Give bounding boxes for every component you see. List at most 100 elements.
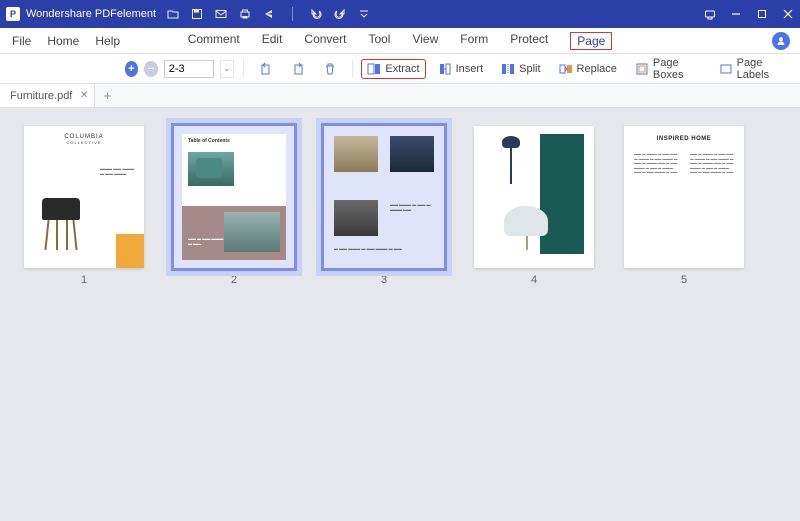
pageboxes-icon bbox=[635, 62, 649, 76]
split-button[interactable]: Split bbox=[495, 59, 546, 79]
split-label: Split bbox=[519, 63, 540, 75]
page-range-input[interactable] bbox=[164, 60, 214, 78]
thumb-accent bbox=[116, 234, 144, 268]
page-thumbnail[interactable] bbox=[474, 126, 594, 268]
share-icon[interactable] bbox=[262, 7, 276, 21]
document-tab-label: Furniture.pdf bbox=[10, 90, 72, 102]
delete-page-button[interactable] bbox=[317, 59, 343, 79]
remove-page-button[interactable]: − bbox=[144, 61, 158, 77]
page-thumbnail[interactable]: COLUMBIACOLLECTIVE ▬▬▬ ▬▬ ▬▬▬ ▬ ▬▬ ▬▬▬ bbox=[24, 126, 144, 268]
user-avatar-icon[interactable] bbox=[772, 32, 790, 50]
dropdown-icon[interactable] bbox=[357, 7, 371, 21]
save-icon[interactable] bbox=[190, 7, 204, 21]
pageboxes-label: Page Boxes bbox=[653, 57, 701, 81]
page-range-dropdown[interactable]: ⌄ bbox=[220, 60, 234, 78]
thumb-text-block: ▬▬ ▬ ▬▬▬ ▬ ▬▬ ▬▬ ▬ ▬▬▬ ▬ ▬▬ ▬▬▬ ▬ ▬▬ ▬ ▬… bbox=[690, 152, 734, 258]
pagelabels-label: Page Labels bbox=[737, 57, 786, 81]
replace-label: Replace bbox=[577, 63, 617, 75]
tab-tool[interactable]: Tool bbox=[368, 32, 390, 50]
thumb-image bbox=[224, 212, 280, 252]
page-number: 4 bbox=[531, 274, 537, 286]
print-icon[interactable] bbox=[238, 7, 252, 21]
page-thumbnail[interactable]: INSPIRED HOME ▬▬ ▬ ▬▬▬ ▬ ▬▬ ▬▬ ▬ ▬▬▬ ▬ ▬… bbox=[624, 126, 744, 268]
pagelabels-button[interactable]: Page Labels bbox=[713, 54, 792, 84]
page-thumb-wrap: COLUMBIACOLLECTIVE ▬▬▬ ▬▬ ▬▬▬ ▬ ▬▬ ▬▬▬ 1 bbox=[24, 126, 144, 286]
tab-convert[interactable]: Convert bbox=[304, 32, 346, 50]
thumb-text-block: ▬ ▬▬ ▬▬▬ ▬ ▬▬ ▬▬▬ ▬ ▬▬ bbox=[334, 246, 434, 260]
close-icon[interactable] bbox=[782, 8, 794, 20]
rotate-right-button[interactable] bbox=[285, 59, 311, 79]
thumb-headline: Table of Contents bbox=[182, 134, 286, 148]
trash-icon bbox=[323, 62, 337, 76]
thumb-text-block: ▬▬▬ ▬▬ ▬▬▬ ▬ ▬▬ ▬▬▬ bbox=[100, 166, 136, 176]
thumb-image bbox=[334, 200, 378, 236]
rotate-right-icon bbox=[291, 62, 305, 76]
tab-edit[interactable]: Edit bbox=[262, 32, 283, 50]
tab-comment[interactable]: Comment bbox=[188, 32, 240, 50]
insert-icon bbox=[438, 62, 452, 76]
close-tab-icon[interactable]: ✕ bbox=[80, 90, 88, 101]
add-page-button[interactable]: + bbox=[125, 61, 139, 77]
separator bbox=[292, 7, 293, 21]
replace-icon bbox=[559, 62, 573, 76]
thumb-image bbox=[196, 158, 222, 178]
replace-button[interactable]: Replace bbox=[553, 59, 623, 79]
thumb-text-block: ▬▬ ▬▬▬ ▬ ▬▬ ▬ ▬▬▬ ▬▬ bbox=[390, 202, 434, 228]
extract-label: Extract bbox=[385, 63, 419, 75]
page-number: 5 bbox=[681, 274, 687, 286]
document-tab[interactable]: Furniture.pdf ✕ bbox=[0, 84, 95, 107]
page-thumb-wrap: ▬▬ ▬▬▬ ▬ ▬▬ ▬ ▬▬▬ ▬▬ ▬ ▬▬ ▬▬▬ ▬ ▬▬ ▬▬▬ ▬… bbox=[324, 126, 444, 286]
menu-bar: File Home Help Comment Edit Convert Tool… bbox=[0, 28, 800, 54]
title-bar: P Wondershare PDFelement bbox=[0, 0, 800, 28]
separator bbox=[243, 60, 244, 78]
page-thumbnail-canvas: COLUMBIACOLLECTIVE ▬▬▬ ▬▬ ▬▬▬ ▬ ▬▬ ▬▬▬ 1… bbox=[0, 108, 800, 521]
pagelabels-icon bbox=[719, 62, 733, 76]
mail-icon[interactable] bbox=[214, 7, 228, 21]
pageboxes-button[interactable]: Page Boxes bbox=[629, 54, 707, 84]
insert-button[interactable]: Insert bbox=[432, 59, 490, 79]
document-tab-bar: Furniture.pdf ✕ + bbox=[0, 84, 800, 108]
extract-button[interactable]: Extract bbox=[361, 59, 425, 79]
menu-file[interactable]: File bbox=[12, 34, 31, 48]
page-thumbnail[interactable]: Table of Contents ▬▬ ▬ ▬▬ ▬▬▬ ▬ ▬▬ bbox=[174, 126, 294, 268]
extract-icon bbox=[367, 62, 381, 76]
window-controls bbox=[704, 8, 794, 20]
tab-page[interactable]: Page bbox=[570, 32, 612, 50]
separator bbox=[352, 60, 353, 78]
page-thumb-wrap: Table of Contents ▬▬ ▬ ▬▬ ▬▬▬ ▬ ▬▬ 2 bbox=[174, 126, 294, 286]
thumb-image bbox=[494, 136, 526, 186]
tab-view[interactable]: View bbox=[412, 32, 438, 50]
rotate-left-icon bbox=[259, 62, 273, 76]
app-name: Wondershare PDFelement bbox=[26, 8, 156, 20]
minimize-icon[interactable] bbox=[730, 8, 742, 20]
page-number: 1 bbox=[81, 274, 87, 286]
thumb-text-block: ▬▬ ▬ ▬▬▬ ▬ ▬▬ ▬▬ ▬ ▬▬▬ ▬ ▬▬ ▬▬▬ ▬ ▬▬ ▬ ▬… bbox=[634, 152, 678, 258]
thumb-image bbox=[498, 202, 554, 250]
page-thumbnail[interactable]: ▬▬ ▬▬▬ ▬ ▬▬ ▬ ▬▬▬ ▬▬ ▬ ▬▬ ▬▬▬ ▬ ▬▬ ▬▬▬ ▬… bbox=[324, 126, 444, 268]
page-number: 3 bbox=[381, 274, 387, 286]
menu-help[interactable]: Help bbox=[95, 34, 120, 48]
rotate-left-button[interactable] bbox=[253, 59, 279, 79]
split-icon bbox=[501, 62, 515, 76]
quick-access-toolbar bbox=[166, 7, 371, 21]
page-number: 2 bbox=[231, 274, 237, 286]
new-tab-button[interactable]: + bbox=[95, 88, 119, 103]
open-icon[interactable] bbox=[166, 7, 180, 21]
maximize-icon[interactable] bbox=[756, 8, 768, 20]
thumb-image bbox=[38, 190, 88, 250]
redo-icon[interactable] bbox=[333, 7, 347, 21]
page-thumb-wrap: 4 bbox=[474, 126, 594, 286]
thumb-image bbox=[334, 136, 378, 172]
insert-label: Insert bbox=[456, 63, 484, 75]
tab-form[interactable]: Form bbox=[460, 32, 488, 50]
page-toolbar: + − ⌄ Extract Insert Split Replace Page … bbox=[0, 54, 800, 84]
thumb-headline: INSPIRED HOME bbox=[624, 136, 744, 142]
sync-icon[interactable] bbox=[704, 8, 716, 20]
undo-icon[interactable] bbox=[309, 7, 323, 21]
app-logo-icon: P bbox=[6, 7, 20, 21]
page-thumb-wrap: INSPIRED HOME ▬▬ ▬ ▬▬▬ ▬ ▬▬ ▬▬ ▬ ▬▬▬ ▬ ▬… bbox=[624, 126, 744, 286]
thumb-image bbox=[390, 136, 434, 172]
tab-protect[interactable]: Protect bbox=[510, 32, 548, 50]
thumb-subhead: COLLECTIVE bbox=[67, 140, 102, 145]
menu-home[interactable]: Home bbox=[47, 34, 79, 48]
